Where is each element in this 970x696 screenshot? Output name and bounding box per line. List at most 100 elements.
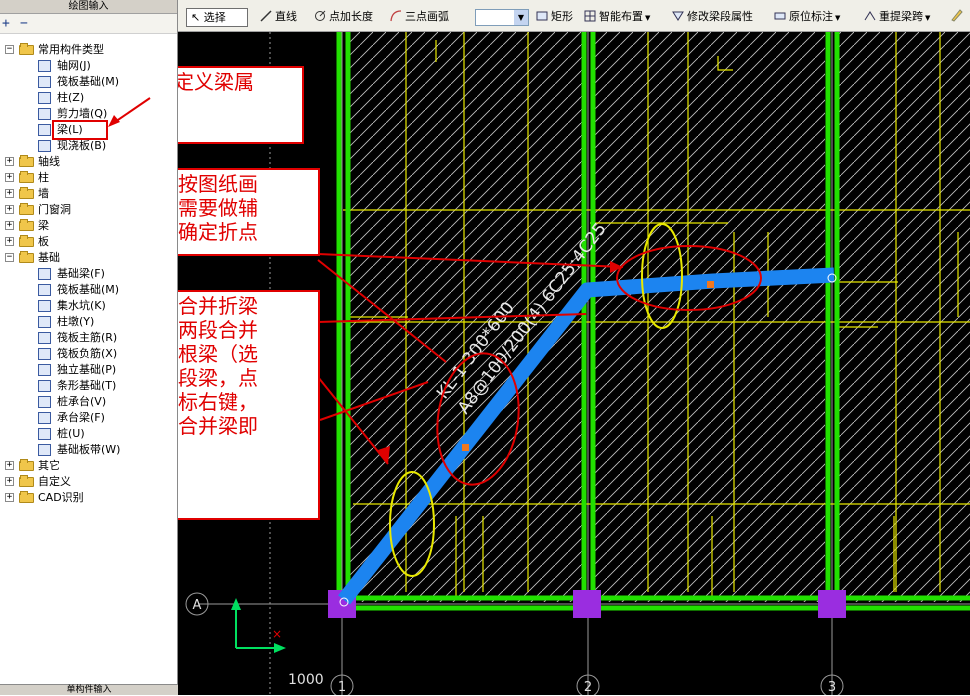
folder-icon xyxy=(19,235,34,247)
expand-icon[interactable]: + xyxy=(5,189,14,198)
collapse-icon[interactable]: − xyxy=(5,45,14,54)
collapse-all-icon[interactable]: − xyxy=(20,17,28,31)
svg-text:×: × xyxy=(272,627,282,641)
note-define-beam: 先定义梁属 性 xyxy=(178,66,304,144)
tree-item[interactable]: 筏板基础(M) xyxy=(0,282,178,298)
in-situ-annotation-button[interactable]: 原位标注 ▼ xyxy=(774,8,840,26)
tree-item[interactable]: 桩承台(V) xyxy=(0,394,178,410)
beam-icon xyxy=(38,124,51,136)
tree-label: 梁 xyxy=(38,219,49,232)
shear-wall-icon xyxy=(38,108,51,120)
drawing-canvas[interactable]: KL-1 300*600 A8@100/200(4) 6C25;4C25 1 2… xyxy=(178,32,970,695)
folder-icon xyxy=(19,155,34,167)
modify-segment-button[interactable]: 修改梁段属性 xyxy=(672,8,753,26)
point-length-label: 点加长度 xyxy=(329,10,373,23)
rectangle-button[interactable]: 矩形 xyxy=(536,8,573,26)
note-draw-beam: 然后按图纸画 梁，需要做辅 助线确定折点 xyxy=(178,168,320,256)
tree-item[interactable]: 现浇板(B) xyxy=(0,138,178,154)
in-situ-icon xyxy=(774,10,786,22)
tree-folder[interactable]: + 墙 xyxy=(0,186,178,202)
tree-item[interactable]: 承台梁(F) xyxy=(0,410,178,426)
tree-item[interactable]: 柱墩(Y) xyxy=(0,314,178,330)
tree-folder[interactable]: + 其它 xyxy=(0,458,178,474)
tree-item[interactable]: 基础梁(F) xyxy=(0,266,178,282)
respan-button[interactable]: 重提梁跨 ▼ xyxy=(864,8,930,26)
tree-folder[interactable]: + CAD识别 xyxy=(0,490,178,506)
point-length-button[interactable]: 点加长度 xyxy=(314,8,373,26)
line-button[interactable]: 直线 xyxy=(260,8,297,26)
collapse-icon[interactable]: − xyxy=(5,253,14,262)
expand-icon[interactable]: + xyxy=(5,173,14,182)
select-button[interactable]: ↖ 选择 xyxy=(186,8,248,27)
draw-toolbar: ↖ 选择 直线 点加长度 三点画弧 ▼ 矩形 智能布置 ▼ 修改梁段属性 原位标注… xyxy=(178,0,970,32)
pedestal-3[interactable] xyxy=(818,590,846,618)
tree-item[interactable]: 独立基础(P) xyxy=(0,362,178,378)
cap-beam-icon xyxy=(38,412,51,424)
folder-icon xyxy=(19,171,34,183)
expand-icon[interactable]: + xyxy=(5,157,14,166)
raft-negative-rebar-icon xyxy=(38,348,51,360)
pedestal-2[interactable] xyxy=(573,590,601,618)
select-label: 选择 xyxy=(203,11,226,24)
column-pier-icon xyxy=(38,316,51,328)
tree-label: 轴网(J) xyxy=(57,59,91,72)
add-icon[interactable]: + xyxy=(2,17,10,31)
tree-item[interactable]: 筏板基础(M) xyxy=(0,74,178,90)
tree-item[interactable]: 条形基础(T) xyxy=(0,378,178,394)
tree-label: 筏板主筋(R) xyxy=(57,331,118,344)
expand-icon[interactable]: + xyxy=(5,493,14,502)
folder-icon xyxy=(19,251,34,263)
rectangle-label: 矩形 xyxy=(551,10,573,23)
foundation-beam-icon xyxy=(38,268,51,280)
point-length-icon xyxy=(314,10,326,22)
tree-item[interactable]: 轴网(J) xyxy=(0,58,178,74)
slab-hatch-right xyxy=(836,32,970,602)
pencil-icon[interactable] xyxy=(950,8,964,26)
axis-label-1: 1 xyxy=(338,680,346,695)
tree-item[interactable]: 筏板负筋(X) xyxy=(0,346,178,362)
expand-icon[interactable]: + xyxy=(5,221,14,230)
tree-folder[interactable]: + 梁 xyxy=(0,218,178,234)
folder-icon xyxy=(19,43,34,55)
tree-folder[interactable]: − 基础 xyxy=(0,250,178,266)
arc-label: 三点画弧 xyxy=(405,10,449,23)
chevron-down-icon: ▼ xyxy=(645,14,651,22)
foundation-strip-icon xyxy=(38,444,51,456)
expand-icon[interactable]: + xyxy=(5,477,14,486)
chevron-down-icon: ▼ xyxy=(514,10,528,25)
folder-icon xyxy=(19,459,34,471)
axis-label-a: A xyxy=(193,598,202,613)
tree-label: 自定义 xyxy=(38,475,71,488)
tree-folder[interactable]: + 自定义 xyxy=(0,474,178,490)
raft-main-rebar-icon xyxy=(38,332,51,344)
tree-folder[interactable]: − 常用构件类型 xyxy=(0,42,178,58)
single-component-tab[interactable]: 单构件输入 xyxy=(0,684,178,695)
tree-folder[interactable]: + 轴线 xyxy=(0,154,178,170)
in-situ-label: 原位标注 xyxy=(789,10,833,23)
axis-grid-icon xyxy=(38,60,51,72)
expand-icon[interactable]: + xyxy=(5,205,14,214)
smart-layout-button[interactable]: 智能布置 ▼ xyxy=(584,8,650,26)
arc-option-dropdown[interactable]: ▼ xyxy=(475,9,529,26)
tree-label: 轴线 xyxy=(38,155,60,168)
tree-folder[interactable]: + 柱 xyxy=(0,170,178,186)
expand-icon[interactable]: + xyxy=(5,237,14,246)
tree-label: 筏板基础(M) xyxy=(57,75,120,88)
slab-hatch-middle xyxy=(591,32,825,602)
dimension-text: 1000 xyxy=(288,672,324,688)
respan-icon xyxy=(864,10,876,22)
tree-item[interactable]: 基础板带(W) xyxy=(0,442,178,458)
folder-icon xyxy=(19,187,34,199)
tree-label: 柱墩(Y) xyxy=(57,315,95,328)
arc-icon xyxy=(390,10,402,22)
tree-item[interactable]: 筏板主筋(R) xyxy=(0,330,178,346)
three-point-arc-button[interactable]: 三点画弧 xyxy=(390,8,449,26)
tree-folder[interactable]: + 门窗洞 xyxy=(0,202,178,218)
ucs-axis-icon: × xyxy=(231,598,286,653)
expand-icon[interactable]: + xyxy=(5,461,14,470)
tree-folder[interactable]: + 板 xyxy=(0,234,178,250)
line-icon xyxy=(260,10,272,22)
folder-icon xyxy=(19,475,34,487)
tree-item[interactable]: 桩(U) xyxy=(0,426,178,442)
tree-item[interactable]: 集水坑(K) xyxy=(0,298,178,314)
